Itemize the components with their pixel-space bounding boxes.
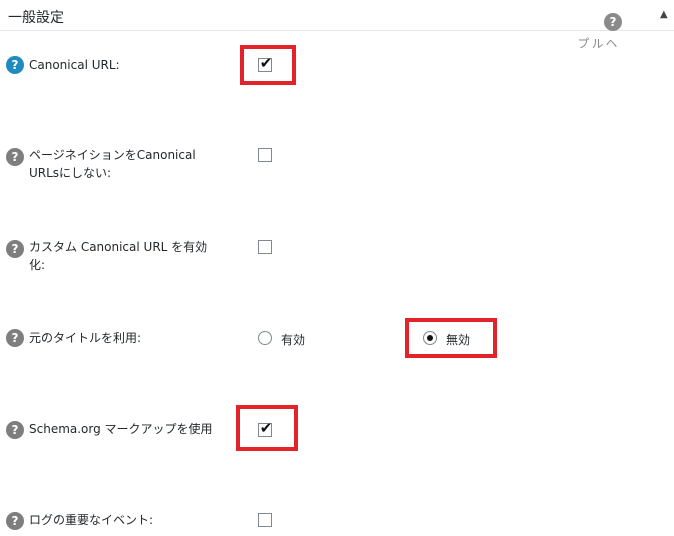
setting-label: Canonical URL: bbox=[29, 58, 120, 72]
log-events-checkbox[interactable] bbox=[258, 513, 272, 527]
check-icon: ✔ bbox=[259, 419, 273, 437]
radio-disabled-label[interactable]: 無効 bbox=[446, 331, 470, 348]
help-label[interactable]: ヘルプ bbox=[576, 37, 618, 50]
question-icon[interactable]: ? bbox=[6, 240, 24, 258]
panel-header: 一般設定 ▲ bbox=[0, 0, 674, 31]
setting-label: Schema.org マークアップを使用 bbox=[29, 422, 213, 436]
custom-canonical-checkbox[interactable] bbox=[258, 240, 272, 254]
pagination-checkbox[interactable] bbox=[258, 148, 272, 162]
radio-selected-dot bbox=[427, 335, 433, 341]
setting-label: カスタム Canonical URL を有効化: bbox=[29, 240, 208, 272]
setting-label: ログの重要なイベント: bbox=[29, 513, 154, 527]
question-icon[interactable]: ? bbox=[6, 56, 24, 74]
collapse-toggle-icon[interactable]: ▲ bbox=[660, 9, 668, 20]
setting-label: ページネイションをCanonical URLsにしない: bbox=[29, 148, 196, 180]
question-icon[interactable]: ? bbox=[6, 421, 24, 439]
question-icon[interactable]: ? bbox=[6, 148, 24, 166]
question-icon[interactable]: ? bbox=[6, 329, 24, 347]
canonical-url-checkbox[interactable]: ✔ bbox=[258, 54, 273, 72]
setting-label: 元のタイトルを利用: bbox=[29, 331, 142, 345]
help-icon[interactable]: ? bbox=[604, 13, 622, 31]
question-icon[interactable]: ? bbox=[6, 512, 24, 530]
radio-enabled-label[interactable]: 有効 bbox=[281, 331, 305, 348]
panel-title: 一般設定 bbox=[8, 10, 64, 26]
check-icon: ✔ bbox=[259, 54, 273, 72]
radio-disabled[interactable] bbox=[423, 331, 437, 345]
radio-enabled[interactable] bbox=[258, 331, 272, 345]
schema-checkbox[interactable]: ✔ bbox=[258, 419, 273, 437]
